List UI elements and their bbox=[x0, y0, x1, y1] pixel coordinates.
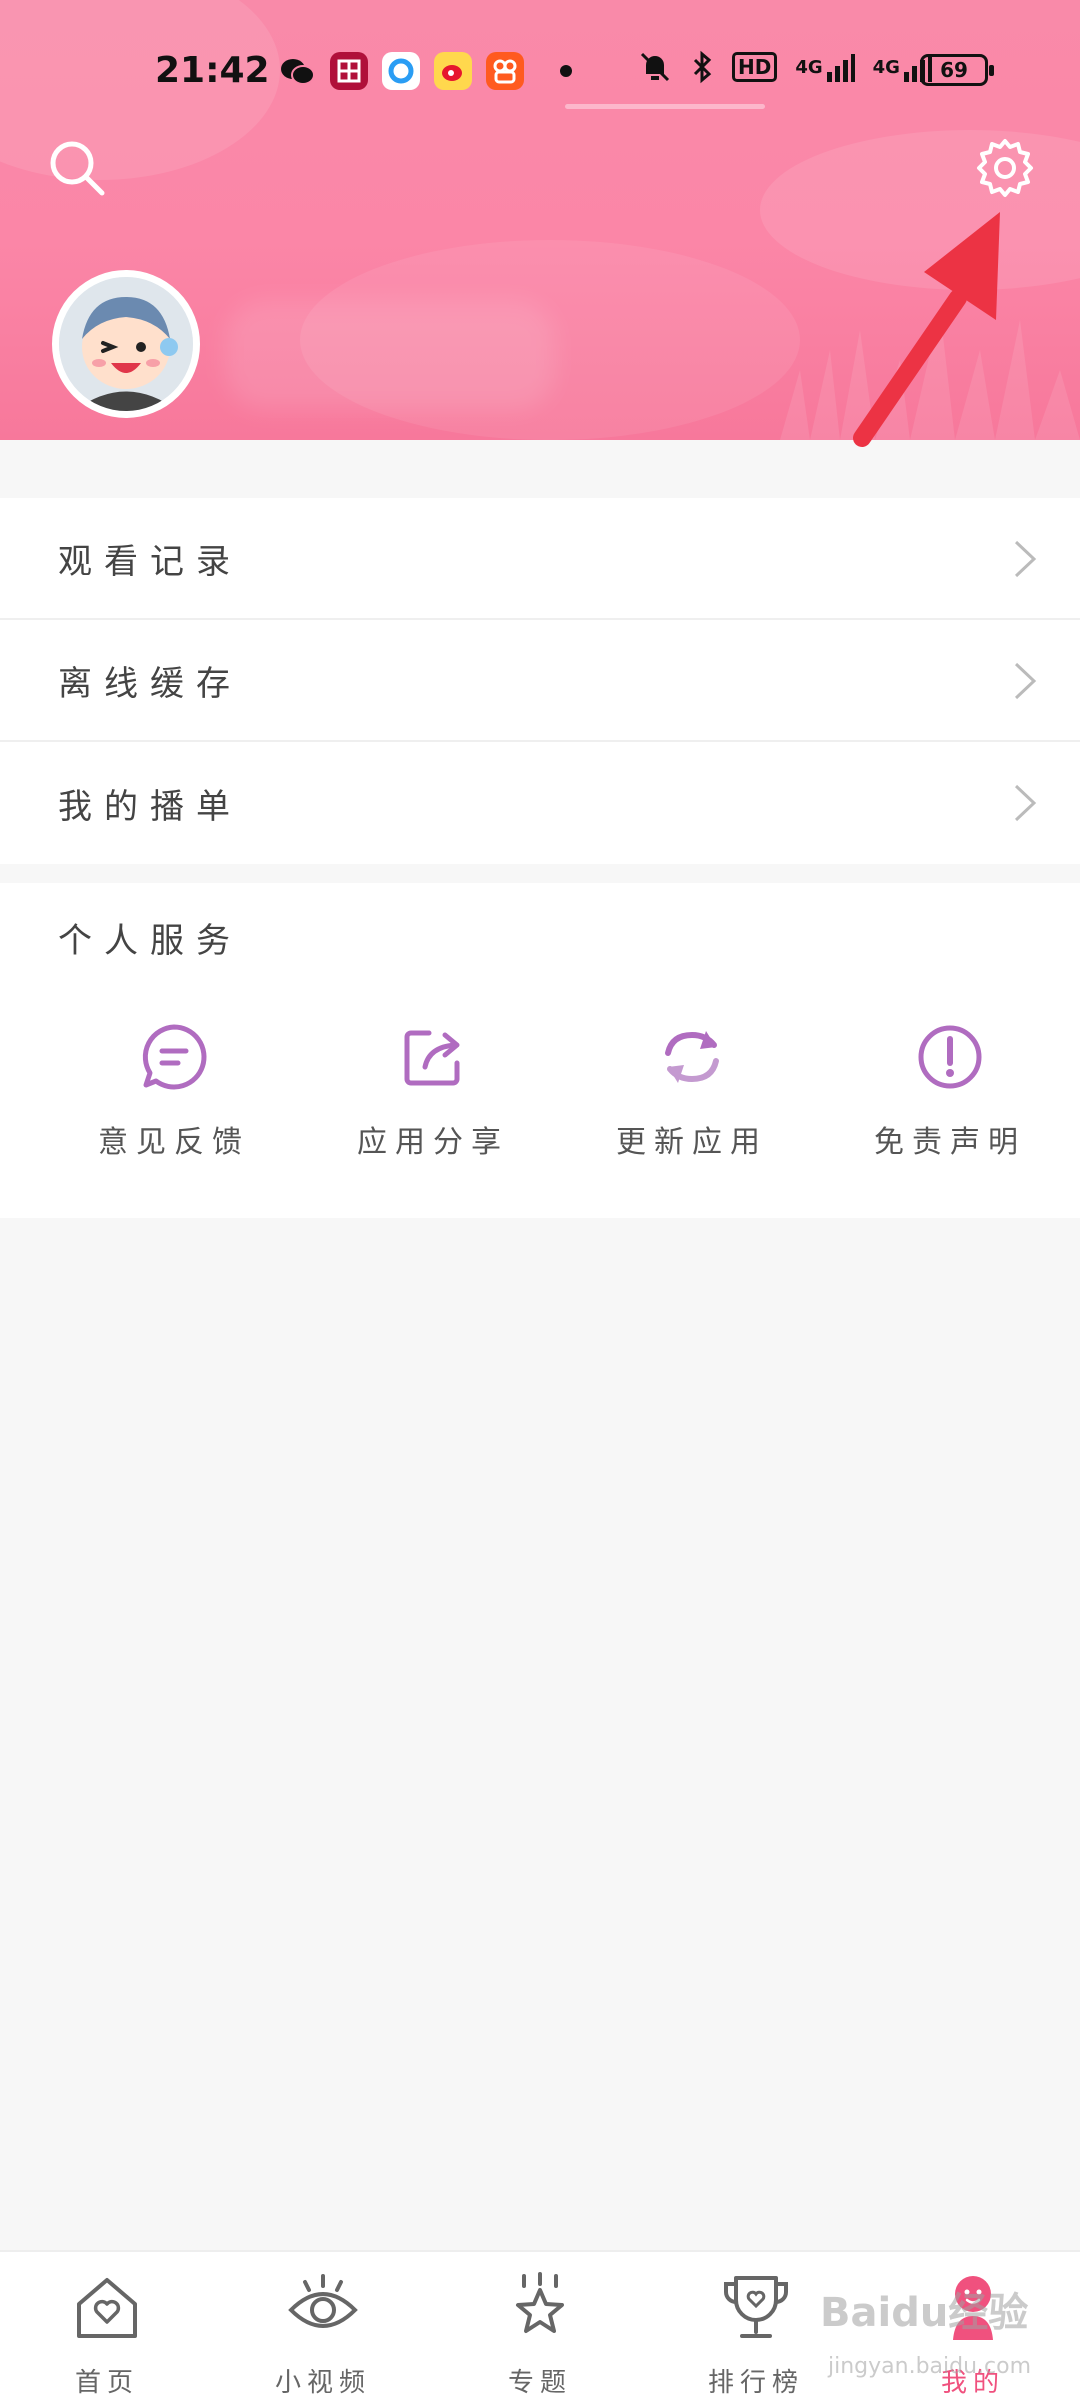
gear-icon bbox=[977, 139, 1033, 197]
bluetooth-icon bbox=[693, 50, 712, 84]
watermark-text: Baidu经验 bbox=[820, 2290, 1029, 2336]
more-notifications-dot bbox=[560, 65, 572, 77]
feedback-button[interactable]: 意见反馈 bbox=[64, 1023, 284, 1161]
trophy-icon bbox=[724, 2276, 788, 2338]
menu-item-label: 观看记录 bbox=[58, 541, 242, 582]
weibo-icon bbox=[434, 52, 472, 90]
menu-item-label: 我的播单 bbox=[58, 786, 242, 827]
update-app-button[interactable]: 更新应用 bbox=[582, 1023, 802, 1161]
tab-label: 专题 bbox=[507, 2368, 572, 2398]
disclaimer-icon bbox=[918, 1025, 982, 1089]
tab-short-video[interactable]: 小视频 bbox=[223, 2270, 423, 2399]
signal-1-label: 4G bbox=[795, 56, 823, 78]
signal-1-icon bbox=[826, 54, 855, 82]
search-icon bbox=[50, 141, 105, 196]
settings-button[interactable] bbox=[972, 135, 1038, 201]
watermark-url: jingyan.baidu.com bbox=[828, 2354, 1032, 2379]
service-label: 意见反馈 bbox=[98, 1125, 250, 1160]
tab-home[interactable]: 首页 bbox=[7, 2270, 207, 2399]
status-time: 21:42 bbox=[155, 50, 270, 91]
update-icon bbox=[665, 1031, 719, 1083]
notch-bar bbox=[565, 104, 765, 109]
share-icon bbox=[404, 1030, 460, 1086]
signal-2-label: 4G bbox=[872, 56, 900, 78]
share-app-button[interactable]: 应用分享 bbox=[323, 1023, 543, 1161]
app-store-icon bbox=[330, 52, 368, 90]
system-icons: HD 4G 4G bbox=[638, 50, 932, 84]
tab-label: 首页 bbox=[74, 2368, 139, 2398]
personal-services-section: 个人服务 意见反馈 应用分享 更新应用 免责声明 bbox=[0, 883, 1080, 1218]
chevron-right-icon bbox=[1014, 784, 1037, 822]
battery-indicator: 69 bbox=[920, 54, 994, 86]
notification-icons bbox=[278, 52, 524, 90]
home-icon bbox=[77, 2278, 137, 2338]
menu-item-label: 离线缓存 bbox=[58, 663, 242, 704]
menu-item-offline-cache[interactable]: 离线缓存 bbox=[0, 620, 1080, 742]
avatar[interactable] bbox=[52, 270, 200, 418]
wechat-icon bbox=[278, 52, 316, 90]
annotation-arrow bbox=[853, 212, 1000, 447]
service-label: 更新应用 bbox=[616, 1125, 768, 1160]
chevron-right-icon bbox=[1014, 662, 1037, 700]
kuaishou-icon bbox=[486, 52, 524, 90]
nickname-area[interactable] bbox=[225, 300, 555, 410]
avatar-image bbox=[59, 277, 193, 411]
status-bar: 21:42 HD 4G 4G 69 bbox=[0, 40, 1080, 100]
star-icon bbox=[516, 2272, 564, 2333]
browser-icon bbox=[382, 52, 420, 90]
section-title: 个人服务 bbox=[58, 921, 242, 961]
baidu-watermark: Baidu经验 jingyan.baidu.com bbox=[820, 2280, 1070, 2390]
menu-item-my-playlist[interactable]: 我的播单 bbox=[0, 742, 1080, 864]
tab-topics[interactable]: 专题 bbox=[440, 2270, 640, 2399]
mute-bell-icon bbox=[640, 52, 670, 82]
service-label: 应用分享 bbox=[357, 1125, 509, 1160]
search-button[interactable] bbox=[44, 135, 110, 201]
chevron-right-icon bbox=[1014, 540, 1037, 578]
menu-list: 观看记录 离线缓存 我的播单 bbox=[0, 498, 1080, 864]
disclaimer-button[interactable]: 免责声明 bbox=[840, 1023, 1060, 1161]
feedback-icon bbox=[142, 1024, 207, 1090]
service-label: 免责声明 bbox=[874, 1125, 1026, 1160]
eye-icon bbox=[288, 2274, 358, 2328]
tab-label: 小视频 bbox=[274, 2368, 371, 2398]
hd-icon: HD bbox=[732, 52, 778, 82]
menu-item-watch-history[interactable]: 观看记录 bbox=[0, 498, 1080, 620]
